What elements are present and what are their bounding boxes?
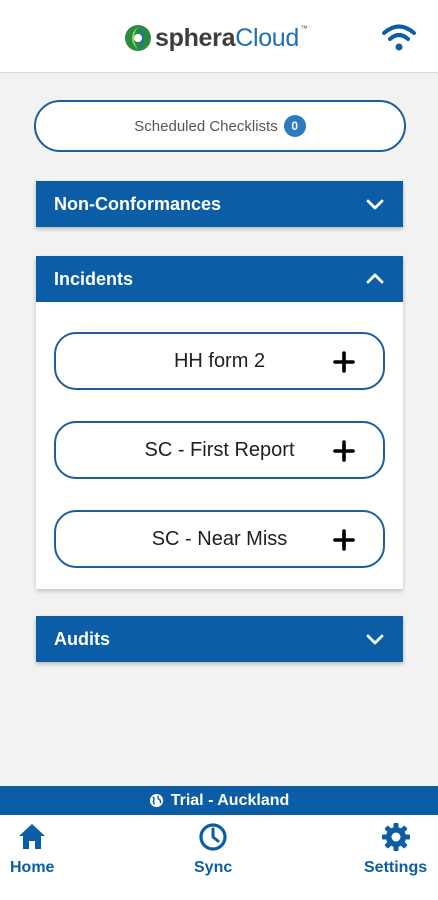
sphera-logo: spheraCloud™: [124, 22, 308, 54]
section-audits[interactable]: Audits: [36, 616, 403, 662]
tab-label-home: Home: [10, 859, 55, 876]
chevron-down-icon[interactable]: [365, 629, 385, 649]
form-button-sc-near-miss[interactable]: SC - Near Miss: [54, 510, 385, 568]
gear-icon: [381, 823, 410, 851]
plus-icon[interactable]: [333, 351, 355, 373]
form-label: SC - First Report: [144, 438, 295, 461]
app-header: spheraCloud™: [0, 0, 438, 73]
tab-settings[interactable]: Settings: [364, 821, 427, 877]
sphera-logo-icon: [125, 25, 151, 51]
environment-status-bar: Trial - Auckland: [0, 786, 438, 815]
section-header-audits[interactable]: Audits: [36, 616, 403, 662]
chevron-down-icon[interactable]: [365, 194, 385, 214]
tab-label-settings: Settings: [364, 859, 428, 876]
form-label: HH form 2: [173, 349, 266, 372]
plus-icon[interactable]: [333, 440, 355, 462]
tab-label-sync: Sync: [194, 859, 233, 876]
incidents-form-list: HH form 2 SC - First Report SC - Near Mi…: [36, 302, 403, 589]
section-header-incidents[interactable]: Incidents: [36, 256, 403, 302]
globe-icon: [149, 793, 163, 808]
logo-text: spheraCloud™: [155, 23, 308, 52]
section-non-conformances[interactable]: Non-Conformances: [36, 181, 403, 227]
tab-home[interactable]: Home: [10, 821, 54, 877]
wifi-icon[interactable]: [381, 22, 417, 54]
form-button-sc-first-report[interactable]: SC - First Report: [54, 421, 385, 479]
tab-sync[interactable]: Sync: [194, 821, 232, 877]
chevron-up-icon[interactable]: [365, 269, 385, 289]
form-label: SC - Near Miss: [151, 527, 288, 550]
plus-icon[interactable]: [333, 529, 355, 551]
section-title-incidents: Incidents: [54, 268, 134, 289]
section-title-audits: Audits: [54, 628, 110, 649]
form-button-hh-form-2[interactable]: HH form 2: [54, 332, 385, 390]
scheduled-count-badge: 0: [283, 115, 306, 137]
section-incidents[interactable]: Incidents: [36, 256, 403, 302]
section-header-non-conformances[interactable]: Non-Conformances: [36, 181, 403, 227]
home-icon: [19, 824, 46, 849]
clock-icon: [199, 823, 227, 851]
scheduled-checklists-button[interactable]: Scheduled Checklists 0: [34, 100, 406, 152]
bottom-tab-bar: Home Sync Settings: [0, 815, 438, 900]
environment-label: Trial - Auckland: [170, 791, 290, 809]
section-title-non-conformances: Non-Conformances: [54, 193, 222, 214]
scheduled-checklists-label: Scheduled Checklists: [134, 117, 278, 135]
